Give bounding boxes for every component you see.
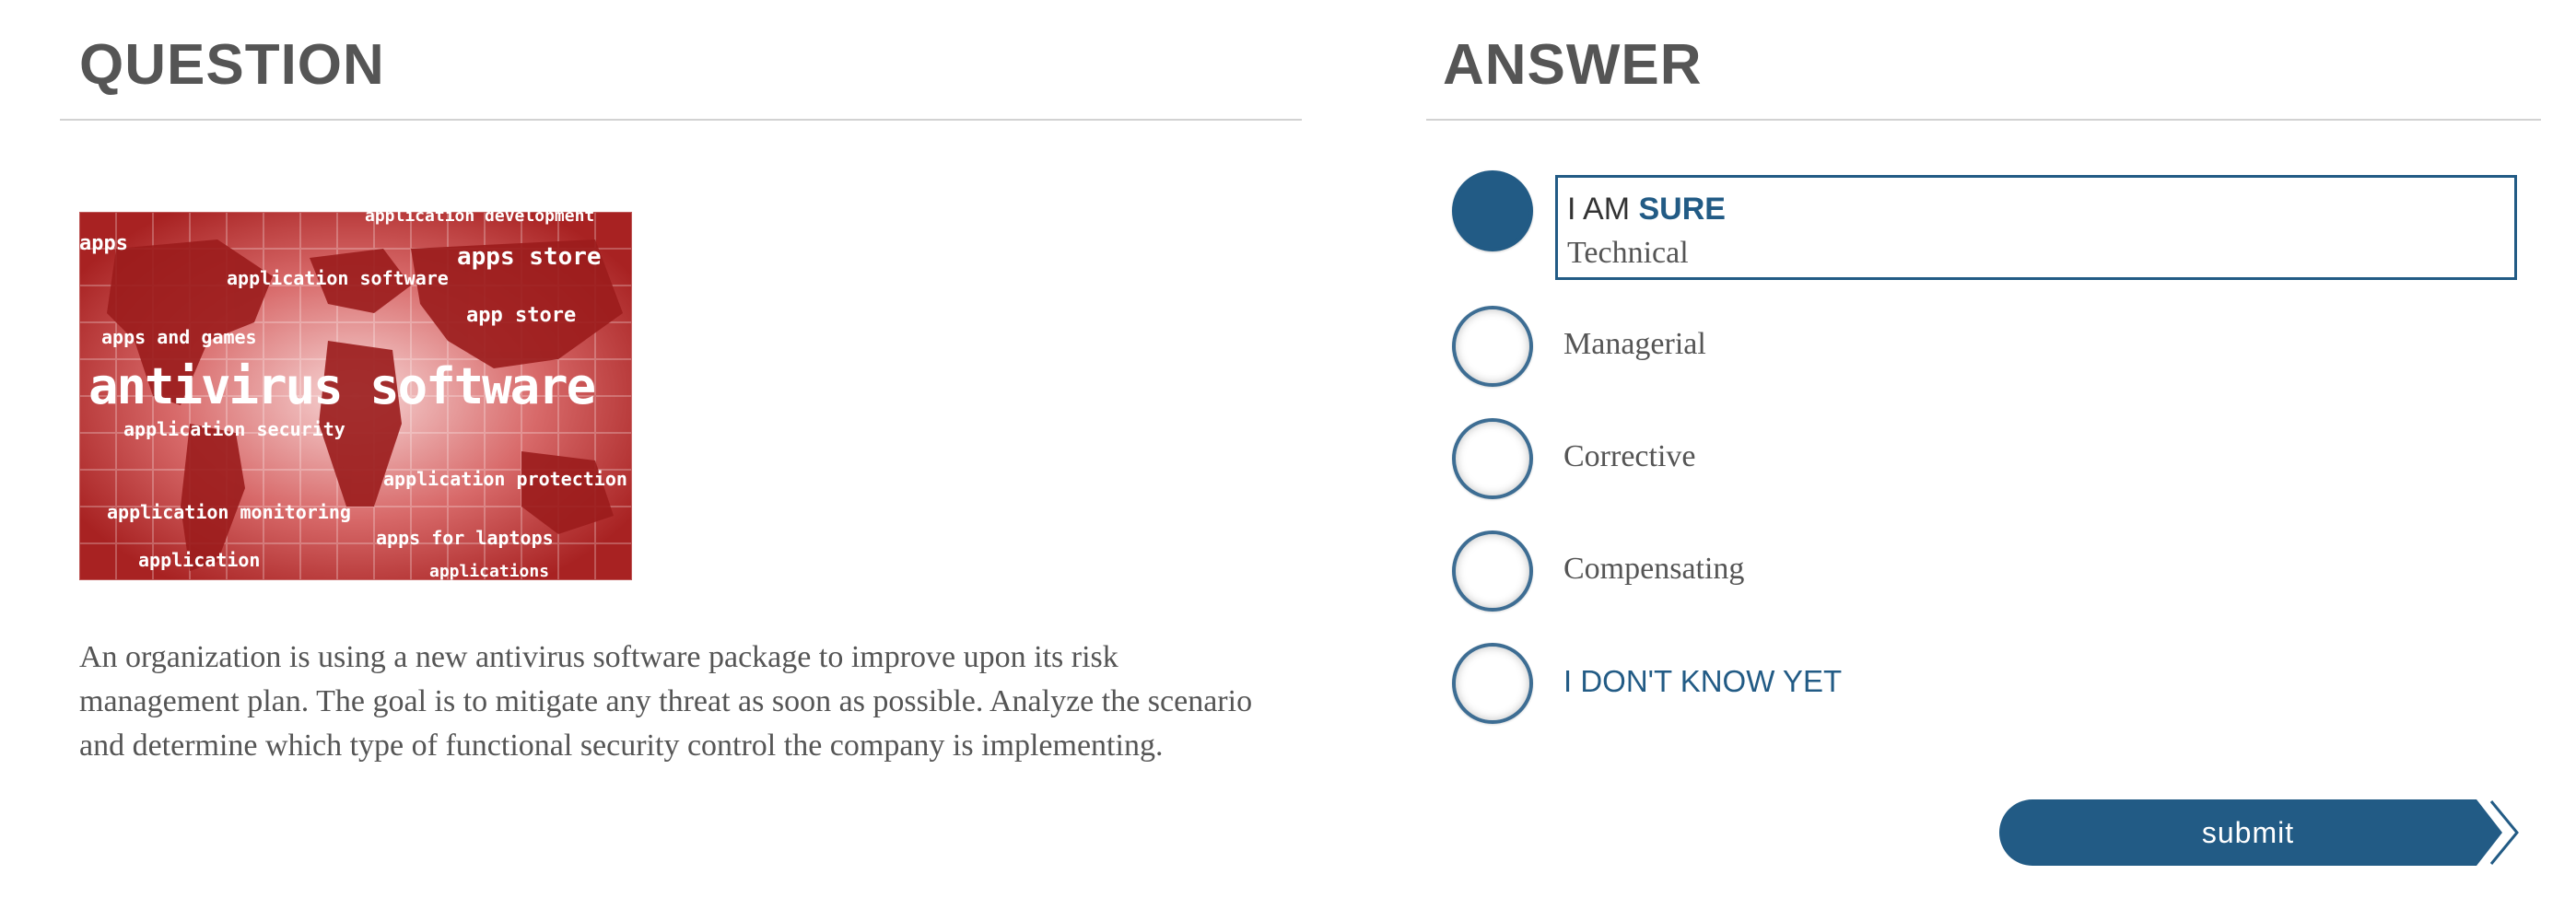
question-heading: QUESTION (79, 33, 385, 97)
sure-strong: SURE (1638, 192, 1726, 227)
radio-button[interactable] (1452, 530, 1533, 612)
answer-option-corrective[interactable]: Corrective (1452, 418, 2521, 499)
answer-option-label: Managerial (1563, 327, 1706, 361)
submit-label: submit (2201, 816, 2295, 849)
image-headline: antivirus software (88, 357, 596, 415)
sure-prefix: I AM (1567, 192, 1631, 227)
radio-button[interactable] (1452, 643, 1533, 724)
image-tag-11: application (138, 549, 261, 571)
answer-option-compensating[interactable]: Compensating (1452, 530, 2521, 612)
radio-button-selected[interactable] (1452, 170, 1533, 251)
answer-option-technical[interactable]: I AM SURE Technical (1452, 170, 2521, 280)
sure-confidence-box[interactable]: I AM SURE Technical (1555, 175, 2517, 280)
radio-button[interactable] (1452, 418, 1533, 499)
image-tag-2: apps (79, 232, 128, 255)
image-tag-6: apps and games (101, 326, 257, 348)
image-tag-1: application development (365, 212, 595, 226)
image-tag-4: apps store (457, 243, 602, 271)
answer-heading: ANSWER (1443, 33, 1703, 97)
radio-button[interactable] (1452, 306, 1533, 387)
answer-option-label: Compensating (1563, 552, 1745, 586)
answer-option-managerial[interactable]: Managerial (1452, 306, 2521, 387)
image-tag-8: application protection (383, 468, 627, 490)
answer-divider (1426, 119, 2541, 121)
question-divider (60, 119, 1302, 121)
image-tag-5: app store (466, 304, 577, 327)
answer-option-label: I DON'T KNOW YET (1563, 664, 1843, 698)
question-text: An organization is using a new antivirus… (79, 640, 1253, 763)
image-tag-3: application software (227, 267, 449, 289)
question-image: application development apps application… (79, 212, 632, 580)
submit-button[interactable]: submit (1999, 799, 2524, 866)
answer-option-label: Technical (1567, 236, 1689, 270)
sure-confidence-label: I AM SURE (1567, 191, 1726, 227)
image-tag-7: application security (123, 418, 345, 440)
image-tag-12: applications (429, 562, 550, 580)
answer-option-label: Corrective (1563, 439, 1696, 473)
image-tag-9: application monitoring (107, 501, 351, 523)
answer-option-dont-know[interactable]: I DON'T KNOW YET (1452, 643, 2521, 724)
image-tag-10: apps for laptops (376, 527, 554, 549)
